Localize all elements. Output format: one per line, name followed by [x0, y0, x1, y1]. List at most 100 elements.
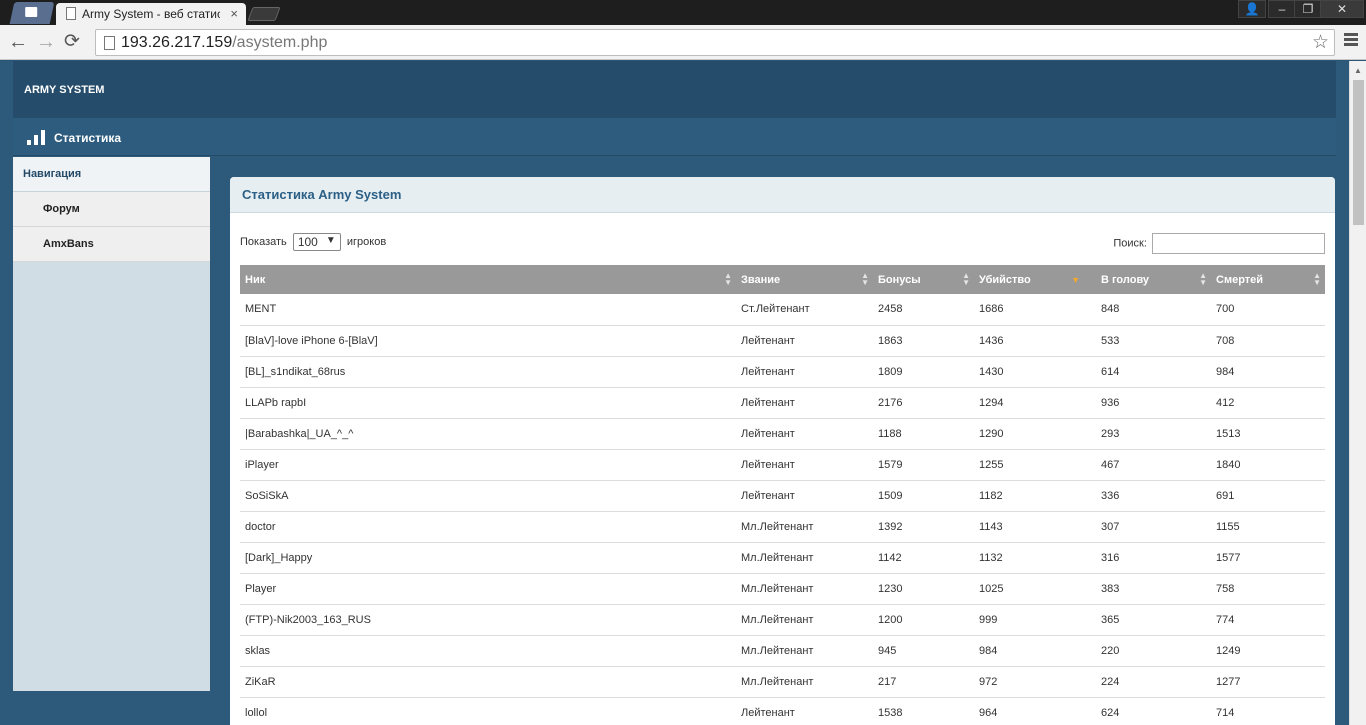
back-arrow-icon[interactable]: ←: [8, 30, 28, 54]
table-cell: 964: [974, 697, 1096, 725]
table-cell: Мл.Лейтенант: [736, 511, 873, 543]
table-cell: SoSiSkA: [240, 480, 736, 512]
table-cell: 848: [1096, 294, 1211, 326]
close-window-button[interactable]: ✕: [1320, 0, 1364, 18]
stats-panel: Статистика Army System Показать 100 ▼ игр…: [230, 177, 1335, 725]
table-cell: LLAPb rapbI: [240, 387, 736, 419]
table-cell: 1538: [873, 697, 974, 725]
table-cell: 1392: [873, 511, 974, 543]
table-row: sklas Мл.Лейтенант 945 984 220 1249: [240, 635, 1325, 667]
sort-icon: ▲ ▼: [1199, 271, 1207, 287]
panel-title: Статистика Army System: [230, 177, 1335, 213]
table-cell: Player: [240, 573, 736, 605]
table-cell: 1182: [974, 480, 1096, 512]
site-header: ARMY SYSTEM: [13, 61, 1336, 118]
table-cell: 1430: [974, 356, 1096, 388]
table-cell: 1686: [974, 294, 1096, 326]
table-cell: 1255: [974, 449, 1096, 481]
table-cell: 224: [1096, 666, 1211, 698]
tab-close-icon[interactable]: ×: [230, 6, 238, 21]
table-cell: Мл.Лейтенант: [736, 542, 873, 574]
column-header-kills[interactable]: Убийство ▼: [974, 265, 1096, 294]
search-input[interactable]: [1152, 233, 1325, 254]
scroll-up-icon[interactable]: ▲: [1354, 66, 1362, 75]
table-row: [Dark]_Happy Мл.Лейтенант 1142 1132 316 1577: [240, 542, 1325, 574]
table-cell: 936: [1096, 387, 1211, 419]
table-cell: [BlaV]-love iPhone 6-[BlaV]: [240, 325, 736, 357]
table-cell: Лейтенант: [736, 325, 873, 357]
sort-icon: ▲ ▼: [1313, 271, 1321, 287]
table-cell: 614: [1096, 356, 1211, 388]
table-cell: 293: [1096, 418, 1211, 450]
table-cell: 1579: [873, 449, 974, 481]
table-cell: 1863: [873, 325, 974, 357]
page-icon: [66, 7, 76, 20]
table-cell: 1809: [873, 356, 974, 388]
table-row: iPlayer Лейтенант 1579 1255 467 1840: [240, 449, 1325, 481]
sidebar-item-amxbans[interactable]: AmxBans: [13, 227, 210, 262]
table-cell: Лейтенант: [736, 697, 873, 725]
table-cell: 2176: [873, 387, 974, 419]
bookmark-star-icon[interactable]: ☆: [1312, 31, 1329, 54]
forward-arrow-icon[interactable]: →: [36, 30, 56, 54]
table-cell: 691: [1211, 480, 1325, 512]
table-row: SoSiSkA Лейтенант 1509 1182 336 691: [240, 480, 1325, 512]
restore-button[interactable]: ❐: [1294, 0, 1322, 18]
user-icon[interactable]: 👤: [1238, 0, 1266, 18]
sidebar-item-forum[interactable]: Форум: [13, 192, 210, 227]
reload-icon[interactable]: ⟳: [64, 30, 80, 54]
table-cell: MENT: [240, 294, 736, 326]
table-cell: 1142: [873, 542, 974, 574]
table-cell: Лейтенант: [736, 387, 873, 419]
table-cell: 307: [1096, 511, 1211, 543]
table-cell: 984: [1211, 356, 1325, 388]
minimize-button[interactable]: –: [1268, 0, 1296, 18]
column-header-nick[interactable]: Ник ▲ ▼: [240, 265, 736, 294]
table-cell: 1200: [873, 604, 974, 636]
table-cell: 1188: [873, 418, 974, 450]
column-header-rank[interactable]: Звание ▲ ▼: [736, 265, 873, 294]
table-cell: Лейтенант: [736, 356, 873, 388]
url-text: 193.26.217.159/asystem.php: [121, 34, 327, 52]
table-row: (FTP)-Nik2003_163_RUS Мл.Лейтенант 1200 999…: [240, 604, 1325, 636]
scrollbar-thumb[interactable]: [1353, 80, 1364, 225]
table-cell: Мл.Лейтенант: [736, 666, 873, 698]
table-row: |Barabashka|_UA_^_^ Лейтенант 1188 1290 293 1…: [240, 418, 1325, 450]
table-row: doctor Мл.Лейтенант 1392 1143 307 1155: [240, 511, 1325, 543]
sort-icon: ▲ ▼: [861, 271, 869, 287]
table-cell: [BL]_s1ndikat_68rus: [240, 356, 736, 388]
table-cell: Мл.Лейтенант: [736, 573, 873, 605]
table-cell: sklas: [240, 635, 736, 667]
page-viewport: ARMY SYSTEM Статистика Навигация Форум A…: [0, 61, 1349, 725]
table-row: LLAPb rapbI Лейтенант 2176 1294 936 412: [240, 387, 1325, 419]
table-cell: 972: [974, 666, 1096, 698]
menu-icon[interactable]: [1344, 33, 1358, 48]
site-brand[interactable]: ARMY SYSTEM: [24, 84, 104, 96]
table-cell: 316: [1096, 542, 1211, 574]
column-header-headshots[interactable]: В голову ▲ ▼: [1096, 265, 1211, 294]
table-cell: 220: [1096, 635, 1211, 667]
browser-app-button[interactable]: [9, 2, 55, 24]
browser-tab[interactable]: Army System - веб статис ×: [56, 3, 246, 25]
sort-icon: ▲ ▼: [962, 271, 970, 287]
table-cell: ZiKaR: [240, 666, 736, 698]
table-cell: 1249: [1211, 635, 1325, 667]
address-bar[interactable]: 193.26.217.159/asystem.php ☆: [95, 29, 1335, 56]
table-cell: 467: [1096, 449, 1211, 481]
sidebar-heading: Навигация: [13, 157, 210, 192]
table-cell: 1143: [974, 511, 1096, 543]
table-cell: 945: [873, 635, 974, 667]
table-row: ZiKaR Мл.Лейтенант 217 972 224 1277: [240, 666, 1325, 698]
table-row: [BlaV]-love iPhone 6-[BlaV] Лейтенант 1863…: [240, 325, 1325, 357]
table-cell: 708: [1211, 325, 1325, 357]
table-cell: 1230: [873, 573, 974, 605]
page-scrollbar[interactable]: ▲: [1349, 61, 1366, 725]
table-cell: 1155: [1211, 511, 1325, 543]
page-size-select[interactable]: 100 ▼: [292, 233, 341, 251]
section-title[interactable]: Статистика: [54, 131, 121, 145]
dropdown-arrow-icon: ▼: [325, 235, 336, 246]
column-header-deaths[interactable]: Смертей ▲ ▼: [1211, 265, 1325, 294]
table-cell: (FTP)-Nik2003_163_RUS: [240, 604, 736, 636]
new-tab-button[interactable]: [247, 7, 281, 21]
column-header-bonus[interactable]: Бонусы ▲ ▼: [873, 265, 974, 294]
